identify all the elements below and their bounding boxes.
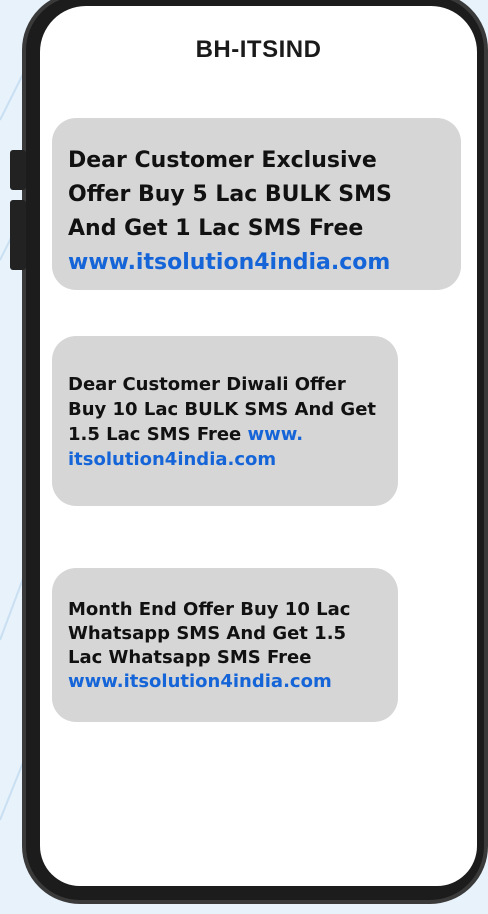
message-bubble: Dear Customer Diwali Offer Buy 10 Lac BU… <box>52 336 398 506</box>
message-bubble: Month End Offer Buy 10 Lac Whatsapp SMS … <box>52 568 398 722</box>
message-text: Dear Customer Exclusive Offer Buy 5 Lac … <box>68 148 392 241</box>
message-text: Month End Offer Buy 10 Lac Whatsapp SMS … <box>68 599 351 668</box>
phone-screen: BH-ITSIND Dear Customer Exclusive Offer … <box>40 6 477 886</box>
phone-side-button <box>10 200 26 270</box>
message-link[interactable]: www.itsolution4india.com <box>68 670 382 694</box>
message-bubble: Dear Customer Exclusive Offer Buy 5 Lac … <box>52 118 461 290</box>
message-text: Dear Customer Diwali Offer Buy 10 Lac BU… <box>68 374 377 445</box>
sender-name: BH-ITSIND <box>195 36 322 63</box>
phone-side-button <box>10 150 26 190</box>
message-link[interactable]: www.itsolution4india.com <box>68 246 445 280</box>
